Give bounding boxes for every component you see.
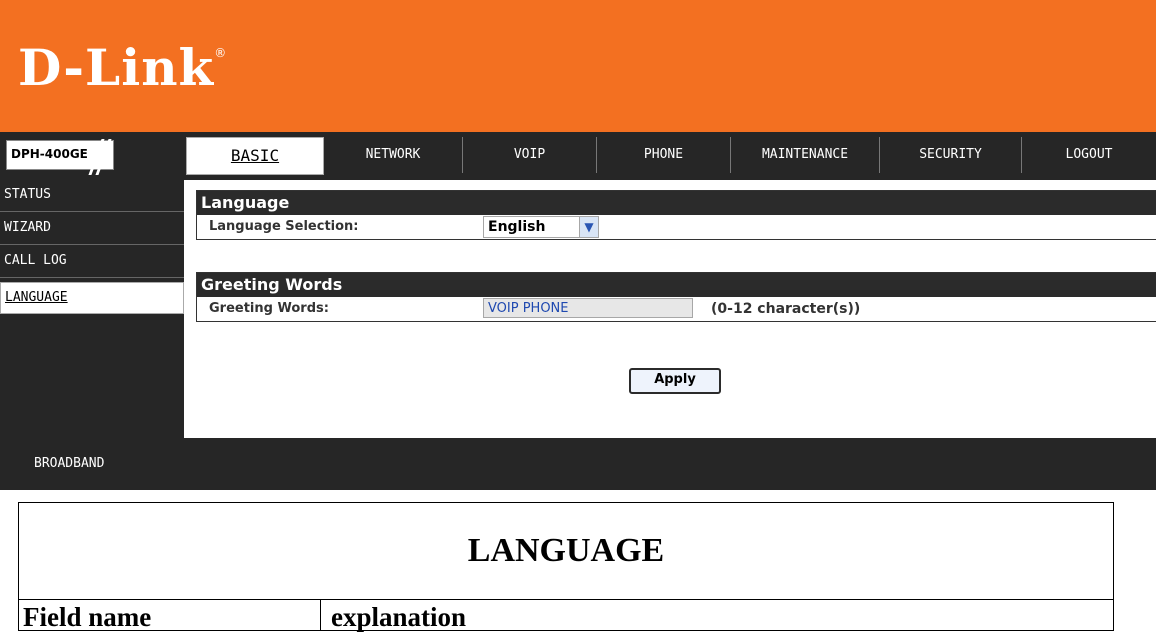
- doc-header-row: Field name explanation: [19, 600, 1113, 632]
- documentation-table: LANGUAGE Field name explanation: [18, 502, 1114, 632]
- model-badge: DPH-400GE: [6, 139, 114, 175]
- greeting-section: Greeting Words Greeting Words: VOIP PHON…: [196, 272, 1156, 322]
- header-banner: D-Link®: [0, 0, 1156, 132]
- sidebar-item-status[interactable]: STATUS: [0, 180, 184, 212]
- sidebar: STATUS WIZARD CALL LOG LANGUAGE: [0, 180, 184, 438]
- chevron-down-icon[interactable]: ▼: [579, 217, 598, 237]
- language-select-value: English: [488, 219, 546, 235]
- apply-button[interactable]: Apply: [629, 368, 721, 394]
- sidebar-item-language[interactable]: LANGUAGE: [0, 282, 184, 314]
- tab-maintenance[interactable]: MAINTENANCE: [731, 137, 880, 173]
- greeting-length-hint: (0-12 character(s)): [711, 301, 861, 317]
- footer-label: BROADBAND: [34, 456, 105, 471]
- model-name: DPH-400GE: [11, 147, 88, 161]
- language-select[interactable]: English ▼: [483, 216, 599, 238]
- greeting-section-title: Greeting Words: [197, 273, 1156, 297]
- tab-logout[interactable]: LOGOUT: [1022, 137, 1156, 173]
- greeting-words-label: Greeting Words:: [209, 301, 329, 316]
- sidebar-item-wizard[interactable]: WIZARD: [0, 213, 184, 245]
- tab-basic[interactable]: BASIC: [186, 137, 324, 175]
- tab-voip[interactable]: VOIP: [463, 137, 597, 173]
- dlink-logo: D-Link®: [18, 38, 228, 97]
- language-selection-label: Language Selection:: [209, 219, 359, 234]
- language-section-title: Language: [197, 191, 1156, 215]
- tab-phone[interactable]: PHONE: [597, 137, 731, 173]
- tab-network[interactable]: NETWORK: [324, 137, 463, 173]
- tab-security[interactable]: SECURITY: [880, 137, 1022, 173]
- footer-bar: BROADBAND: [0, 438, 1156, 490]
- greeting-words-input[interactable]: VOIP PHONE: [483, 298, 693, 318]
- language-section: Language Language Selection: English ▼: [196, 190, 1156, 240]
- language-row: Language Selection: English ▼: [197, 215, 1156, 239]
- greeting-row: Greeting Words: VOIP PHONE (0-12 charact…: [197, 297, 1156, 321]
- main-content: Language Language Selection: English ▼ G…: [184, 180, 1156, 438]
- doc-title: LANGUAGE: [19, 503, 1113, 600]
- doc-col-field-name: Field name: [19, 600, 321, 632]
- doc-col-explanation: explanation: [331, 602, 467, 632]
- sidebar-item-call-log[interactable]: CALL LOG: [0, 246, 184, 278]
